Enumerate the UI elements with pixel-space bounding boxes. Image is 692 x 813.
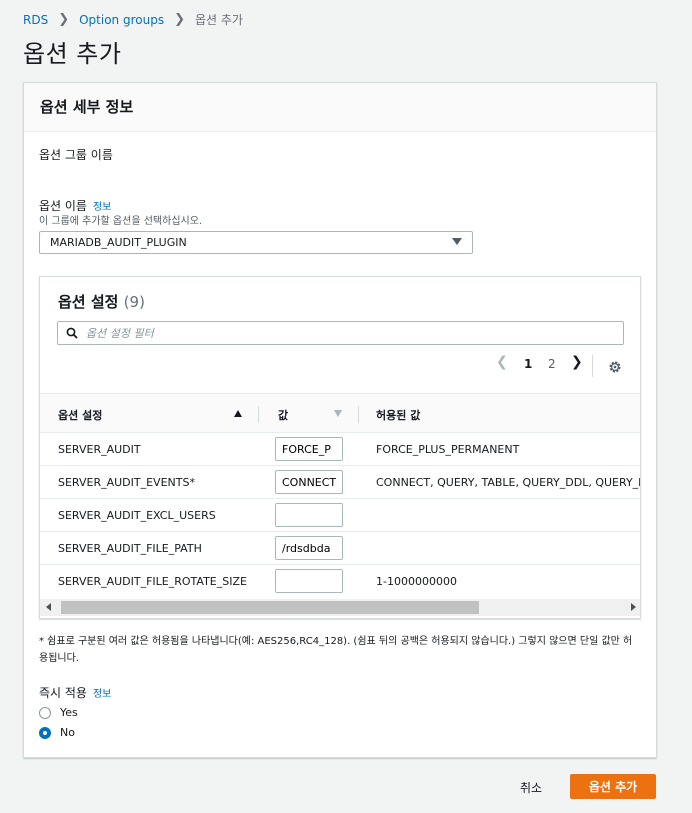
row-option-name: SERVER_AUDIT_FILE_PATH: [58, 542, 202, 555]
page-2-button[interactable]: 2: [548, 357, 556, 371]
row-allowed-values: CONNECT, QUERY, TABLE, QUERY_DDL, QUERY_…: [376, 476, 641, 489]
column-header-option-setting[interactable]: 옵션 설정: [58, 407, 102, 423]
option-name-description: 이 그룹에 추가할 옵션을 선택하십시오.: [39, 216, 203, 227]
column-header-value[interactable]: 값: [278, 407, 288, 423]
option-settings-count: (9): [123, 293, 145, 311]
row-value-input[interactable]: [275, 437, 343, 461]
radio-no-circle[interactable]: [39, 726, 51, 739]
option-name-selected-value: MARIADB_AUDIT_PLUGIN: [50, 236, 187, 249]
breadcrumb-rds[interactable]: RDS: [23, 13, 48, 27]
row-value-input[interactable]: [275, 569, 343, 593]
scroll-right-arrow-icon[interactable]: [631, 603, 636, 611]
option-settings-title-text: 옵션 설정: [58, 293, 119, 311]
radio-yes-label: Yes: [60, 706, 78, 719]
row-value-input[interactable]: [275, 536, 343, 560]
option-details-panel: 옵션 세부 정보 옵션 그룹 이름 옵션 이름정보 이 그룹에 추가할 옵션을 …: [23, 82, 657, 758]
row-allowed-values: FORCE_PLUS_PERMANENT: [376, 443, 520, 456]
chevron-right-icon: ❯: [174, 12, 185, 27]
apply-immediately-label-row: 즉시 적용 정보: [39, 684, 111, 701]
radio-yes-circle[interactable]: [39, 706, 51, 719]
chevron-right-icon: ❯: [58, 12, 70, 27]
radio-no-label: No: [60, 726, 75, 739]
cancel-button[interactable]: 취소: [520, 779, 542, 796]
breadcrumb-current: 옵션 추가: [194, 13, 243, 27]
option-name-label: 옵션 이름: [39, 199, 87, 213]
pager-divider: [592, 355, 593, 377]
page-1-button[interactable]: 1: [524, 357, 532, 371]
row-option-name: SERVER_AUDIT_EXCL_USERS: [58, 509, 216, 522]
radio-yes[interactable]: Yes: [39, 706, 78, 719]
scroll-left-arrow-icon[interactable]: [46, 603, 51, 611]
table-header: 옵션 설정 값 허용된 값: [40, 393, 640, 433]
gear-icon[interactable]: [608, 360, 622, 374]
row-option-name: SERVER_AUDIT_EVENTS*: [58, 476, 195, 489]
dropdown-caret-icon: [452, 238, 462, 245]
add-option-button[interactable]: 옵션 추가: [570, 774, 656, 799]
sort-ascending-icon[interactable]: [234, 410, 242, 417]
chevron-left-icon[interactable]: ❮: [496, 354, 508, 370]
breadcrumb: RDS ❯ Option groups ❯ 옵션 추가: [23, 11, 243, 28]
page-title: 옵션 추가: [23, 40, 122, 68]
option-settings-table: 옵션 설정 값 허용된 값 SERVER_AUDIT FORCE_PLUS_PE…: [40, 393, 641, 598]
table-row: SERVER_AUDIT_EXCL_USERS: [40, 499, 640, 532]
column-divider: [358, 406, 359, 423]
apply-immediately-info-link[interactable]: 정보: [93, 689, 111, 700]
row-allowed-values: 1-1000000000: [376, 575, 457, 588]
radio-no[interactable]: No: [39, 726, 75, 739]
search-icon: [66, 327, 78, 339]
sort-descending-icon[interactable]: [334, 410, 342, 417]
horizontal-scrollbar[interactable]: [40, 599, 640, 616]
column-divider: [258, 406, 259, 423]
row-option-name: SERVER_AUDIT: [58, 443, 141, 456]
multi-value-note: * 쉼표로 구분된 여러 값은 허용됨을 나타냅니다(예: AES256,RC4…: [39, 636, 633, 664]
chevron-right-icon[interactable]: ❯: [571, 354, 583, 370]
option-group-name-label: 옵션 그룹 이름: [39, 148, 113, 162]
scrollbar-thumb[interactable]: [61, 601, 479, 614]
breadcrumb-option-groups[interactable]: Option groups: [79, 13, 164, 27]
row-value-input[interactable]: [275, 503, 343, 527]
table-row: SERVER_AUDIT_EVENTS* CONNECT, QUERY, TAB…: [40, 466, 641, 499]
table-row: SERVER_AUDIT FORCE_PLUS_PERMANENT: [40, 433, 640, 466]
column-header-allowed-values[interactable]: 허용된 값: [376, 407, 420, 423]
option-settings-filter[interactable]: [57, 321, 624, 345]
option-settings-title: 옵션 설정 (9): [58, 291, 145, 312]
apply-immediately-label: 즉시 적용: [39, 686, 87, 700]
row-option-name: SERVER_AUDIT_FILE_ROTATE_SIZE: [58, 575, 247, 588]
table-row: SERVER_AUDIT_FILE_PATH: [40, 532, 640, 565]
filter-input[interactable]: [86, 324, 606, 342]
row-value-input[interactable]: [275, 470, 343, 494]
panel-title: 옵션 세부 정보: [24, 83, 656, 132]
option-settings-container: 옵션 설정 (9) ❮ 1 2 ❯ 옵션 설정 값: [39, 276, 641, 619]
option-name-select[interactable]: MARIADB_AUDIT_PLUGIN: [39, 231, 473, 254]
table-row: SERVER_AUDIT_FILE_ROTATE_SIZE 1-10000000…: [40, 565, 640, 598]
